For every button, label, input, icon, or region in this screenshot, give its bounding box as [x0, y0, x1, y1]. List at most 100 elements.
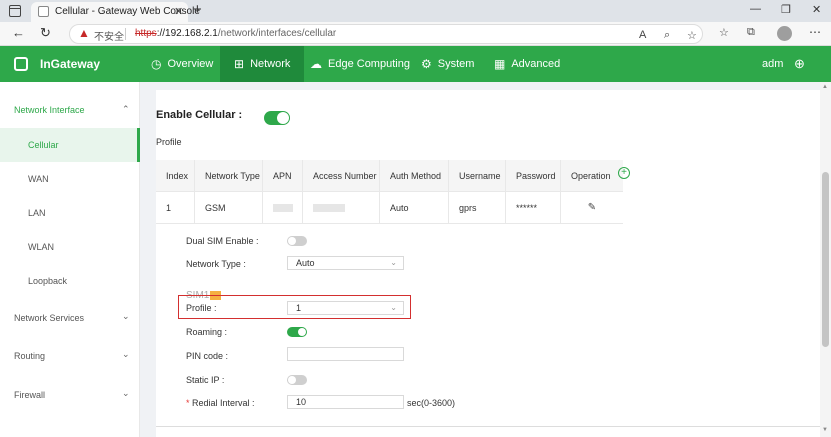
chevron-down-icon[interactable]: ⌄: [122, 349, 130, 360]
sidebar-item-label: Cellular: [28, 140, 59, 150]
profile-select[interactable]: 1 ⌄: [287, 301, 404, 315]
masked-access-number: [313, 203, 345, 212]
redial-interval-input[interactable]: 10: [287, 395, 404, 409]
zoom-icon[interactable]: ⌕: [664, 29, 670, 42]
network-type-label: Network Type :: [186, 259, 246, 269]
globe-icon[interactable]: ⊕: [794, 56, 805, 72]
window-close-icon[interactable]: ✕: [812, 3, 821, 16]
favorite-add-icon[interactable]: ☆: [687, 29, 697, 42]
nav-network[interactable]: ⊞ Network: [220, 46, 305, 82]
static-ip-label: Static IP :: [186, 375, 225, 385]
profile-value: 1: [296, 303, 302, 313]
network-icon: ⊞: [234, 57, 245, 71]
sidebar-item-loopback[interactable]: Loopback: [0, 264, 140, 298]
maximize-icon[interactable]: ❐: [781, 3, 791, 16]
logo-icon: [14, 57, 28, 71]
chevron-up-icon[interactable]: ⌃: [122, 104, 130, 115]
warning-icon: ▲: [78, 26, 90, 40]
nav-advanced[interactable]: ▦ Advanced: [480, 46, 574, 82]
enable-cellular-toggle[interactable]: [264, 111, 290, 125]
edit-icon[interactable]: ✎: [588, 202, 596, 213]
roaming-label: Roaming :: [186, 327, 228, 337]
table-header-row: Index Network Type APN Access Number Aut…: [156, 160, 623, 192]
user-menu[interactable]: adm: [762, 58, 783, 70]
reload-icon[interactable]: ↻: [40, 25, 51, 41]
nav-overview[interactable]: ◷ Overview: [137, 46, 227, 82]
nav-edge-computing[interactable]: ☁ Edge Computing: [296, 46, 424, 82]
url-field[interactable]: ▲ 不安全 https://192.168.2.1/network/interf…: [69, 24, 703, 44]
new-tab-icon[interactable]: +: [193, 1, 202, 18]
sidebar-item-label: WLAN: [28, 242, 55, 252]
cell-apn: [263, 192, 303, 223]
nav-label: Advanced: [511, 58, 561, 70]
add-profile-icon[interactable]: +: [618, 167, 630, 179]
pin-code-input[interactable]: [287, 347, 404, 361]
browser-tab[interactable]: Cellular - Gateway Web Console ✕: [31, 2, 200, 22]
sidebar-group-network-interface[interactable]: Network Interface: [14, 105, 85, 115]
roaming-toggle[interactable]: [287, 327, 307, 337]
cell-network-type: GSM: [195, 192, 263, 223]
col-username: Username: [449, 160, 506, 191]
main-content: Enable Cellular : Profile Index Network …: [140, 82, 820, 437]
network-type-value: Auto: [296, 258, 315, 268]
scrollbar-thumb[interactable]: [822, 172, 829, 347]
cell-index: 1: [156, 192, 195, 223]
table-row: 1 GSM Auto gprs ****** ✎: [156, 192, 623, 224]
sidebar-item-lan[interactable]: LAN: [0, 196, 140, 230]
masked-apn: [273, 203, 293, 212]
collections-icon[interactable]: ⧉: [747, 26, 755, 39]
sidebar-group-firewall[interactable]: Firewall: [14, 390, 45, 400]
sidebar-item-wlan[interactable]: WLAN: [0, 230, 140, 264]
cloud-icon: ☁: [310, 57, 322, 71]
scroll-up-icon[interactable]: ▲: [822, 84, 828, 90]
url-scheme: https: [135, 28, 157, 39]
required-marker: *: [186, 398, 190, 408]
redial-unit: sec(0-3600): [407, 398, 456, 408]
network-type-select[interactable]: Auto ⌄: [287, 256, 404, 270]
cell-auth-method: Auto: [380, 192, 449, 223]
col-password: Password: [506, 160, 561, 191]
scroll-down-icon[interactable]: ▼: [822, 427, 828, 433]
dual-sim-toggle[interactable]: [287, 236, 307, 246]
chevron-down-icon[interactable]: ⌄: [122, 311, 130, 322]
cellular-card: Enable Cellular : Profile Index Network …: [156, 90, 820, 437]
nav-label: Edge Computing: [328, 58, 410, 70]
dual-sim-label: Dual SIM Enable :: [186, 236, 259, 246]
logo: InGateway: [40, 57, 101, 71]
col-index: Index: [156, 160, 195, 191]
grid-icon: ▦: [494, 57, 506, 71]
address-bar: ← ↻ ▲ 不安全 https://192.168.2.1/network/in…: [0, 22, 831, 46]
more-menu-icon[interactable]: ⋯: [809, 25, 821, 39]
sidebar: Network Interface ⌃ Cellular WAN LAN WLA…: [0, 82, 140, 437]
sidebar-item-label: WAN: [28, 174, 49, 184]
cell-username: gprs: [449, 192, 506, 223]
gear-icon: ⚙: [421, 57, 432, 71]
static-ip-toggle[interactable]: [287, 375, 307, 385]
col-operation: Operation: [571, 170, 611, 181]
url-host: ://192.168.2.1: [156, 28, 218, 39]
sidebar-group-routing[interactable]: Routing: [14, 351, 45, 361]
favorites-icon[interactable]: ☆: [719, 26, 729, 39]
col-apn: APN: [263, 160, 303, 191]
nav-system[interactable]: ⚙ System: [407, 46, 488, 82]
sidebar-item-label: Loopback: [28, 276, 68, 286]
read-aloud-icon[interactable]: A: [639, 29, 646, 41]
sidebar-item-cellular[interactable]: Cellular: [0, 128, 140, 162]
url-path: /network/interfaces/cellular: [217, 28, 337, 39]
col-network-type: Network Type: [195, 160, 263, 191]
window-menu-icon[interactable]: [9, 5, 21, 17]
cell-operation: ✎: [561, 192, 623, 223]
chevron-down-icon[interactable]: ⌄: [122, 388, 130, 399]
profile-avatar[interactable]: [777, 26, 792, 41]
back-icon[interactable]: ←: [12, 25, 25, 40]
cell-access-number: [303, 192, 380, 223]
tab-close-icon[interactable]: ✕: [174, 5, 183, 18]
sidebar-group-network-services[interactable]: Network Services: [14, 313, 84, 323]
dashboard-icon: ◷: [151, 57, 162, 71]
app-header: InGateway ◷ Overview ⊞ Network ☁ Edge Co…: [0, 46, 831, 82]
col-access-number: Access Number: [303, 160, 380, 191]
sidebar-item-wan[interactable]: WAN: [0, 162, 140, 196]
nav-label: Network: [250, 58, 291, 70]
nav-label: System: [437, 58, 475, 70]
minimize-icon[interactable]: —: [750, 3, 761, 15]
